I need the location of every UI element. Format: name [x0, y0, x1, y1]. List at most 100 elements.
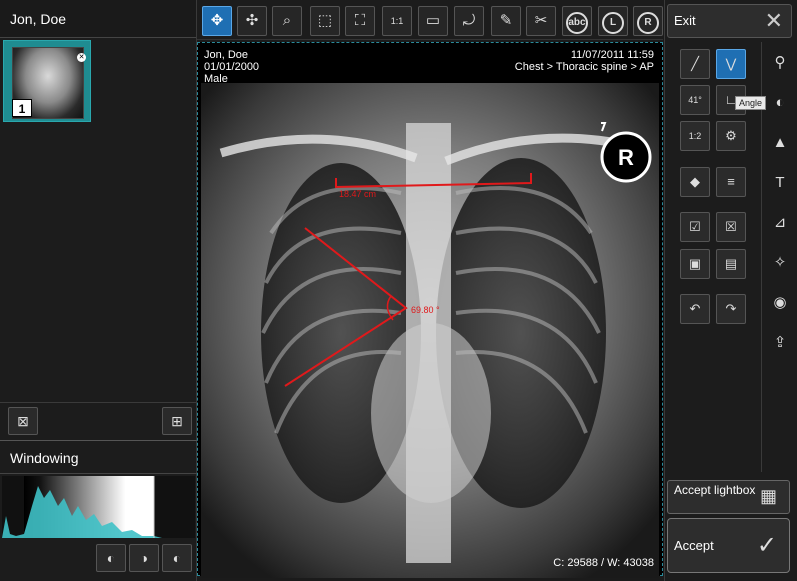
- delete-annotation-button[interactable]: ☒: [716, 212, 746, 242]
- histogram-chart: [2, 476, 162, 538]
- right-panel: Exit ✕ ╱ ⋁ 41° ∟ 1:2 ⚙ ◆ ≡ ☑ ☒ ▣ ▤ ↶ ↷ ⚲…: [664, 0, 797, 581]
- right-marker-icon: R: [637, 12, 659, 34]
- top-toolbar: ✥ ✣ ⌕ ⬚ ⛶ 1:1 ▭ ⤾ ✎ ✂ abc L R: [197, 0, 663, 40]
- window-undo-button[interactable]: ◐: [162, 544, 192, 572]
- thumbnail-number: 1: [12, 99, 32, 117]
- window-auto-button[interactable]: ◑: [129, 544, 159, 572]
- accept-lightbox-label: Accept lightbox: [674, 483, 756, 497]
- select-annotation-icon: ☑: [689, 219, 701, 234]
- angle-tool-button[interactable]: ⋁: [716, 49, 746, 79]
- window-reset-button[interactable]: ◐: [96, 544, 126, 572]
- remove-selected-button[interactable]: ▣: [680, 249, 710, 279]
- rail-sharpen-button[interactable]: ▲: [764, 128, 796, 158]
- angle-degree-button[interactable]: 41°: [680, 85, 710, 115]
- contrast-auto-icon: ◑: [139, 550, 149, 566]
- line-icon: ╱: [691, 56, 699, 71]
- abc-icon: abc: [566, 12, 588, 34]
- accept-label: Accept: [674, 538, 714, 553]
- r-marker: R: [618, 145, 634, 170]
- left-tools: ⊠ ⊞: [0, 402, 197, 438]
- ruler-icon: ⊿: [773, 214, 787, 231]
- fit-button[interactable]: ⛶: [345, 6, 375, 36]
- calibrate-button[interactable]: ⚙: [716, 121, 746, 151]
- rail-view-button[interactable]: ◉: [764, 288, 796, 318]
- fill-bucket-icon: ◆: [690, 174, 700, 189]
- remove-all-button[interactable]: ▤: [716, 249, 746, 279]
- rail-text-button[interactable]: T: [764, 168, 796, 198]
- trash-all-icon: ▤: [724, 256, 738, 271]
- fit-icon: ⛶: [354, 12, 366, 29]
- remove-image-button[interactable]: ⊠: [8, 407, 38, 435]
- crop-button[interactable]: ✂: [526, 6, 556, 36]
- rail-contrast-button[interactable]: ◐: [764, 88, 796, 118]
- zoom-1to1-label: 1:1: [390, 16, 404, 26]
- add-image-icon: ⊞: [171, 413, 183, 429]
- ruler-gear-icon: ⚙: [725, 128, 737, 143]
- viewer-app: Jon, Doe 1 ✕ ⊠ ⊞ Windowing ◐ ◑ ◐ ✥ ✣ ⌕ ⬚…: [0, 0, 797, 581]
- fullscreen-button[interactable]: ▭: [418, 6, 448, 36]
- ratio-tool-button[interactable]: 1:2: [680, 121, 710, 151]
- text-icon: T: [775, 174, 785, 191]
- annotate-button[interactable]: ✎: [491, 6, 521, 36]
- exit-button[interactable]: Exit ✕: [667, 4, 792, 38]
- patient-name-header: Jon, Doe: [0, 0, 196, 38]
- measure-icon: ⚲: [774, 54, 786, 71]
- magnifier-icon: ⌕: [282, 12, 292, 29]
- overlay-datetime: 11/07/2011 11:59: [570, 49, 654, 61]
- overlay-study: Chest > Thoracic spine > AP: [514, 61, 654, 73]
- window-level-info: C: 29588 / W: 43038: [553, 557, 654, 569]
- redo-icon: ↷: [725, 301, 737, 316]
- rail-ruler-button[interactable]: ⊿: [764, 208, 796, 238]
- undo-button[interactable]: ↶: [680, 294, 710, 324]
- trash-image-icon: ▣: [688, 256, 702, 271]
- line-style-button[interactable]: ≡: [716, 167, 746, 197]
- pan-button[interactable]: ✥: [202, 6, 232, 36]
- accept-button[interactable]: Accept ✓: [667, 518, 790, 573]
- undo-icon: ↶: [689, 301, 701, 316]
- angle-measurement-label: 69.80 °: [411, 305, 440, 315]
- left-marker-icon: L: [602, 12, 624, 34]
- delete-annotation-icon: ☒: [725, 219, 737, 234]
- windowing-histogram[interactable]: [2, 476, 195, 538]
- redo-button[interactable]: ↷: [716, 294, 746, 324]
- left-panel: Jon, Doe 1 ✕ ⊠ ⊞ Windowing ◐ ◑ ◐: [0, 0, 197, 581]
- select-annotation-button[interactable]: ☑: [680, 212, 710, 242]
- contrast-reset-icon: ◐: [106, 550, 116, 566]
- zoom-1to1-button[interactable]: 1:1: [382, 6, 412, 36]
- series-thumbnail[interactable]: 1 ✕: [3, 40, 91, 122]
- lightbox-icon: ▦: [759, 486, 777, 506]
- zoom-button[interactable]: ⌕: [272, 6, 302, 36]
- add-image-button[interactable]: ⊞: [162, 407, 192, 435]
- move-button[interactable]: ✣: [237, 6, 267, 36]
- image-viewer[interactable]: Jon, Doe 01/01/2000 Male 11/07/2011 11:5…: [197, 42, 663, 578]
- fill-button[interactable]: ◆: [680, 167, 710, 197]
- text-annotation-button[interactable]: abc: [562, 6, 592, 36]
- accept-lightbox-button[interactable]: Accept lightbox ▦: [667, 480, 790, 514]
- angle-icon: ⋁: [725, 56, 737, 71]
- move-icon: ✣: [245, 12, 259, 29]
- overlay-patient-name: Jon, Doe: [204, 49, 249, 61]
- pencil-icon: ✎: [499, 12, 513, 29]
- overlay-dob: 01/01/2000: [204, 61, 260, 73]
- contrast-icon: ◐: [775, 94, 785, 111]
- rail-magic-button[interactable]: ✧: [764, 248, 796, 278]
- close-icon: ✕: [764, 8, 783, 33]
- line-tool-button[interactable]: ╱: [680, 49, 710, 79]
- pan-icon: ✥: [210, 12, 224, 29]
- line-style-icon: ≡: [727, 174, 735, 189]
- region-zoom-button[interactable]: ⬚: [310, 6, 340, 36]
- rotate-button[interactable]: ⤾: [454, 6, 484, 36]
- side-rail: ⚲ ◐ ▲ T ⊿ ✧ ◉ ⇪: [761, 42, 797, 472]
- xray-image[interactable]: 18.47 cm 69.80 ° R: [201, 83, 659, 578]
- region-zoom-icon: ⬚: [317, 12, 333, 29]
- rail-measure-button[interactable]: ⚲: [764, 48, 796, 78]
- right-marker-button[interactable]: R: [633, 6, 663, 36]
- scissors-icon: ✂: [534, 12, 548, 29]
- thumbnail-close-icon[interactable]: ✕: [77, 53, 86, 62]
- export-icon: ⇪: [773, 334, 787, 351]
- monitor-icon: ▭: [425, 12, 441, 29]
- windowing-title: Windowing: [0, 440, 197, 474]
- windowing-tools: ◐ ◑ ◐: [0, 540, 197, 581]
- left-marker-button[interactable]: L: [598, 6, 628, 36]
- rail-export-button[interactable]: ⇪: [764, 328, 796, 358]
